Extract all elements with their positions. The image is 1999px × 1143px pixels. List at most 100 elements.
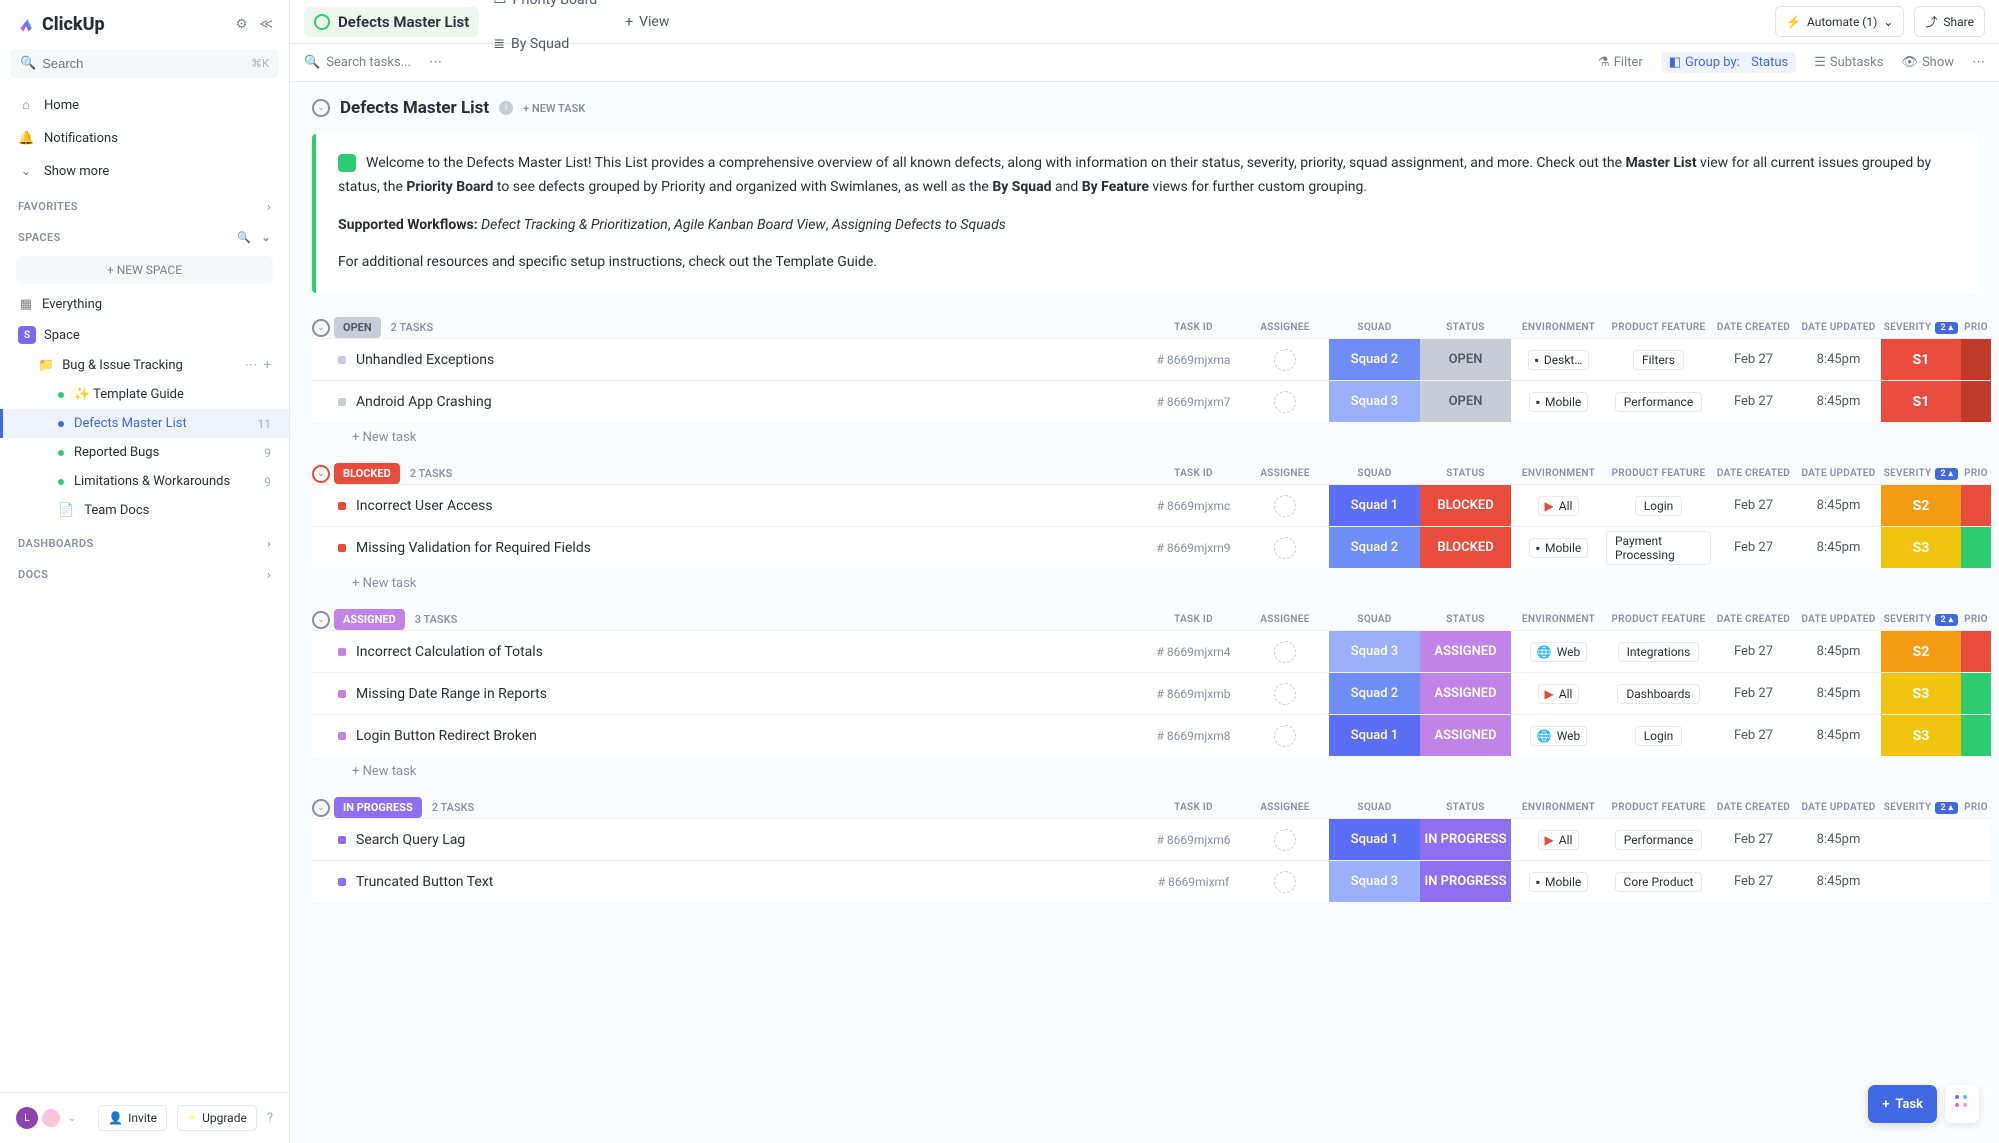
status-pill[interactable]: IN PROGRESS <box>334 797 422 818</box>
status-square-icon[interactable] <box>338 732 346 740</box>
feature-cell[interactable]: Filters <box>1606 339 1711 380</box>
group-by-button[interactable]: ◧Group by: Status <box>1661 52 1796 73</box>
priority-cell[interactable] <box>1961 485 1991 526</box>
severity-cell[interactable]: S2 <box>1881 485 1961 526</box>
fab-new-task[interactable]: +Task <box>1868 1085 1937 1123</box>
status-pill[interactable]: ASSIGNED <box>334 609 405 630</box>
spaces-header[interactable]: SPACES🔍⌄ <box>0 219 289 250</box>
status-cell[interactable]: BLOCKED <box>1420 485 1511 526</box>
status-square-icon[interactable] <box>338 356 346 364</box>
more-icon[interactable]: ⋯ <box>429 55 442 70</box>
task-name[interactable]: Search Query Lag <box>356 832 465 848</box>
squad-cell[interactable]: Squad 2 <box>1329 673 1420 714</box>
dashboards-header[interactable]: DASHBOARDS› <box>0 525 289 556</box>
col-priority[interactable]: PRIO <box>1961 802 1991 814</box>
new-task-link[interactable]: + NEW TASK <box>523 102 585 115</box>
col-updated[interactable]: DATE UPDATED <box>1796 614 1881 626</box>
status-cell[interactable]: IN PROGRESS <box>1420 819 1511 860</box>
col-assignee[interactable]: ASSIGNEE <box>1241 614 1329 626</box>
assignee-cell[interactable] <box>1241 485 1329 526</box>
task-name[interactable]: Android App Crashing <box>356 394 492 410</box>
squad-cell[interactable]: Squad 2 <box>1329 339 1420 380</box>
status-cell[interactable]: BLOCKED <box>1420 527 1511 568</box>
more-icon[interactable]: ⋯ <box>245 358 258 373</box>
fab-apps[interactable] <box>1945 1085 1979 1123</box>
priority-cell[interactable] <box>1961 861 1991 902</box>
squad-cell[interactable]: Squad 3 <box>1329 631 1420 672</box>
tree-everything[interactable]: ▦Everything <box>0 290 289 319</box>
content-scroll[interactable]: ⌄ Defects Master List i + NEW TASK Welco… <box>290 82 1999 1143</box>
env-cell[interactable]: ▶ All <box>1511 673 1606 714</box>
task-row[interactable]: Truncated Button Text# 8669mixmfSquad 3I… <box>312 860 1991 902</box>
col-feature[interactable]: PRODUCT FEATURE <box>1606 802 1711 814</box>
col-severity[interactable]: SEVERITY 2 ▴ <box>1881 802 1961 814</box>
col-created[interactable]: DATE CREATED <box>1711 614 1796 626</box>
severity-cell[interactable]: S1 <box>1881 339 1961 380</box>
tree-space[interactable]: SSpace <box>0 319 289 351</box>
status-cell[interactable]: ASSIGNED <box>1420 715 1511 756</box>
chevron-down-icon[interactable]: ⌄ <box>261 231 271 244</box>
info-icon[interactable]: i <box>499 101 513 115</box>
squad-cell[interactable]: Squad 3 <box>1329 381 1420 422</box>
task-row[interactable]: Unhandled Exceptions# 8669mjxmaSquad 2OP… <box>312 338 1991 380</box>
assignee-cell[interactable] <box>1241 673 1329 714</box>
nav-home[interactable]: ⌂Home <box>0 88 289 122</box>
severity-cell[interactable]: S3 <box>1881 673 1961 714</box>
favorites-header[interactable]: FAVORITES› <box>0 188 289 219</box>
severity-cell[interactable]: S3 <box>1881 715 1961 756</box>
squad-cell[interactable]: Squad 1 <box>1329 819 1420 860</box>
list-title-chip[interactable]: Defects Master List <box>304 7 479 37</box>
col-created[interactable]: DATE CREATED <box>1711 322 1796 334</box>
share-button[interactable]: ⤴Share <box>1914 6 1985 37</box>
env-cell[interactable]: ▶ All <box>1511 819 1606 860</box>
task-search[interactable]: 🔍Search tasks... <box>304 55 411 70</box>
env-cell[interactable]: 🌐 Web <box>1511 715 1606 756</box>
col-status[interactable]: STATUS <box>1420 614 1511 626</box>
new-task-inline[interactable]: + New task <box>312 756 1991 783</box>
severity-cell[interactable]: S1 <box>1881 381 1961 422</box>
nav-show-more[interactable]: ⌄Show more <box>0 155 289 188</box>
col-status[interactable]: STATUS <box>1420 802 1511 814</box>
col-environment[interactable]: ENVIRONMENT <box>1511 322 1606 334</box>
priority-cell[interactable] <box>1961 381 1991 422</box>
search-input[interactable] <box>42 56 251 71</box>
invite-button[interactable]: 👤Invite <box>98 1105 167 1131</box>
task-name[interactable]: Unhandled Exceptions <box>356 352 494 368</box>
assignee-cell[interactable] <box>1241 819 1329 860</box>
task-name[interactable]: Truncated Button Text <box>356 874 493 890</box>
feature-cell[interactable]: Performance <box>1606 381 1711 422</box>
upgrade-button[interactable]: ✦Upgrade <box>177 1105 257 1131</box>
task-row[interactable]: Incorrect User Access# 8669mjxmcSquad 1B… <box>312 484 1991 526</box>
col-severity[interactable]: SEVERITY 2 ▴ <box>1881 468 1961 480</box>
assignee-cell[interactable] <box>1241 381 1329 422</box>
status-square-icon[interactable] <box>338 502 346 510</box>
assignee-cell[interactable] <box>1241 715 1329 756</box>
env-cell[interactable]: ▪ Deskt… <box>1511 339 1606 380</box>
user-avatar-2[interactable] <box>40 1107 62 1129</box>
priority-cell[interactable] <box>1961 715 1991 756</box>
severity-cell[interactable] <box>1881 819 1961 860</box>
col-status[interactable]: STATUS <box>1420 322 1511 334</box>
task-name[interactable]: Incorrect User Access <box>356 498 493 514</box>
col-squad[interactable]: SQUAD <box>1329 614 1420 626</box>
more-icon[interactable]: ⋯ <box>1972 55 1985 70</box>
task-name[interactable]: Login Button Redirect Broken <box>356 728 537 744</box>
col-assignee[interactable]: ASSIGNEE <box>1241 468 1329 480</box>
view-tab[interactable]: ▭Priority Board <box>479 0 611 22</box>
priority-cell[interactable] <box>1961 339 1991 380</box>
env-cell[interactable]: ▪ Mobile <box>1511 861 1606 902</box>
col-squad[interactable]: SQUAD <box>1329 802 1420 814</box>
show-button[interactable]: 👁Show <box>1901 55 1954 70</box>
task-row[interactable]: Missing Validation for Required Fields# … <box>312 526 1991 568</box>
sidebar-list-item[interactable]: 📄Team Docs <box>0 496 289 525</box>
logo[interactable]: ClickUp <box>16 14 105 35</box>
assignee-cell[interactable] <box>1241 631 1329 672</box>
assignee-cell[interactable] <box>1241 527 1329 568</box>
feature-cell[interactable]: Login <box>1606 715 1711 756</box>
col-updated[interactable]: DATE UPDATED <box>1796 322 1881 334</box>
collapse-group-icon[interactable]: ⌄ <box>312 319 330 337</box>
status-square-icon[interactable] <box>338 648 346 656</box>
assignee-cell[interactable] <box>1241 861 1329 902</box>
feature-cell[interactable]: Integrations <box>1606 631 1711 672</box>
collapse-group-icon[interactable]: ⌄ <box>312 465 330 483</box>
